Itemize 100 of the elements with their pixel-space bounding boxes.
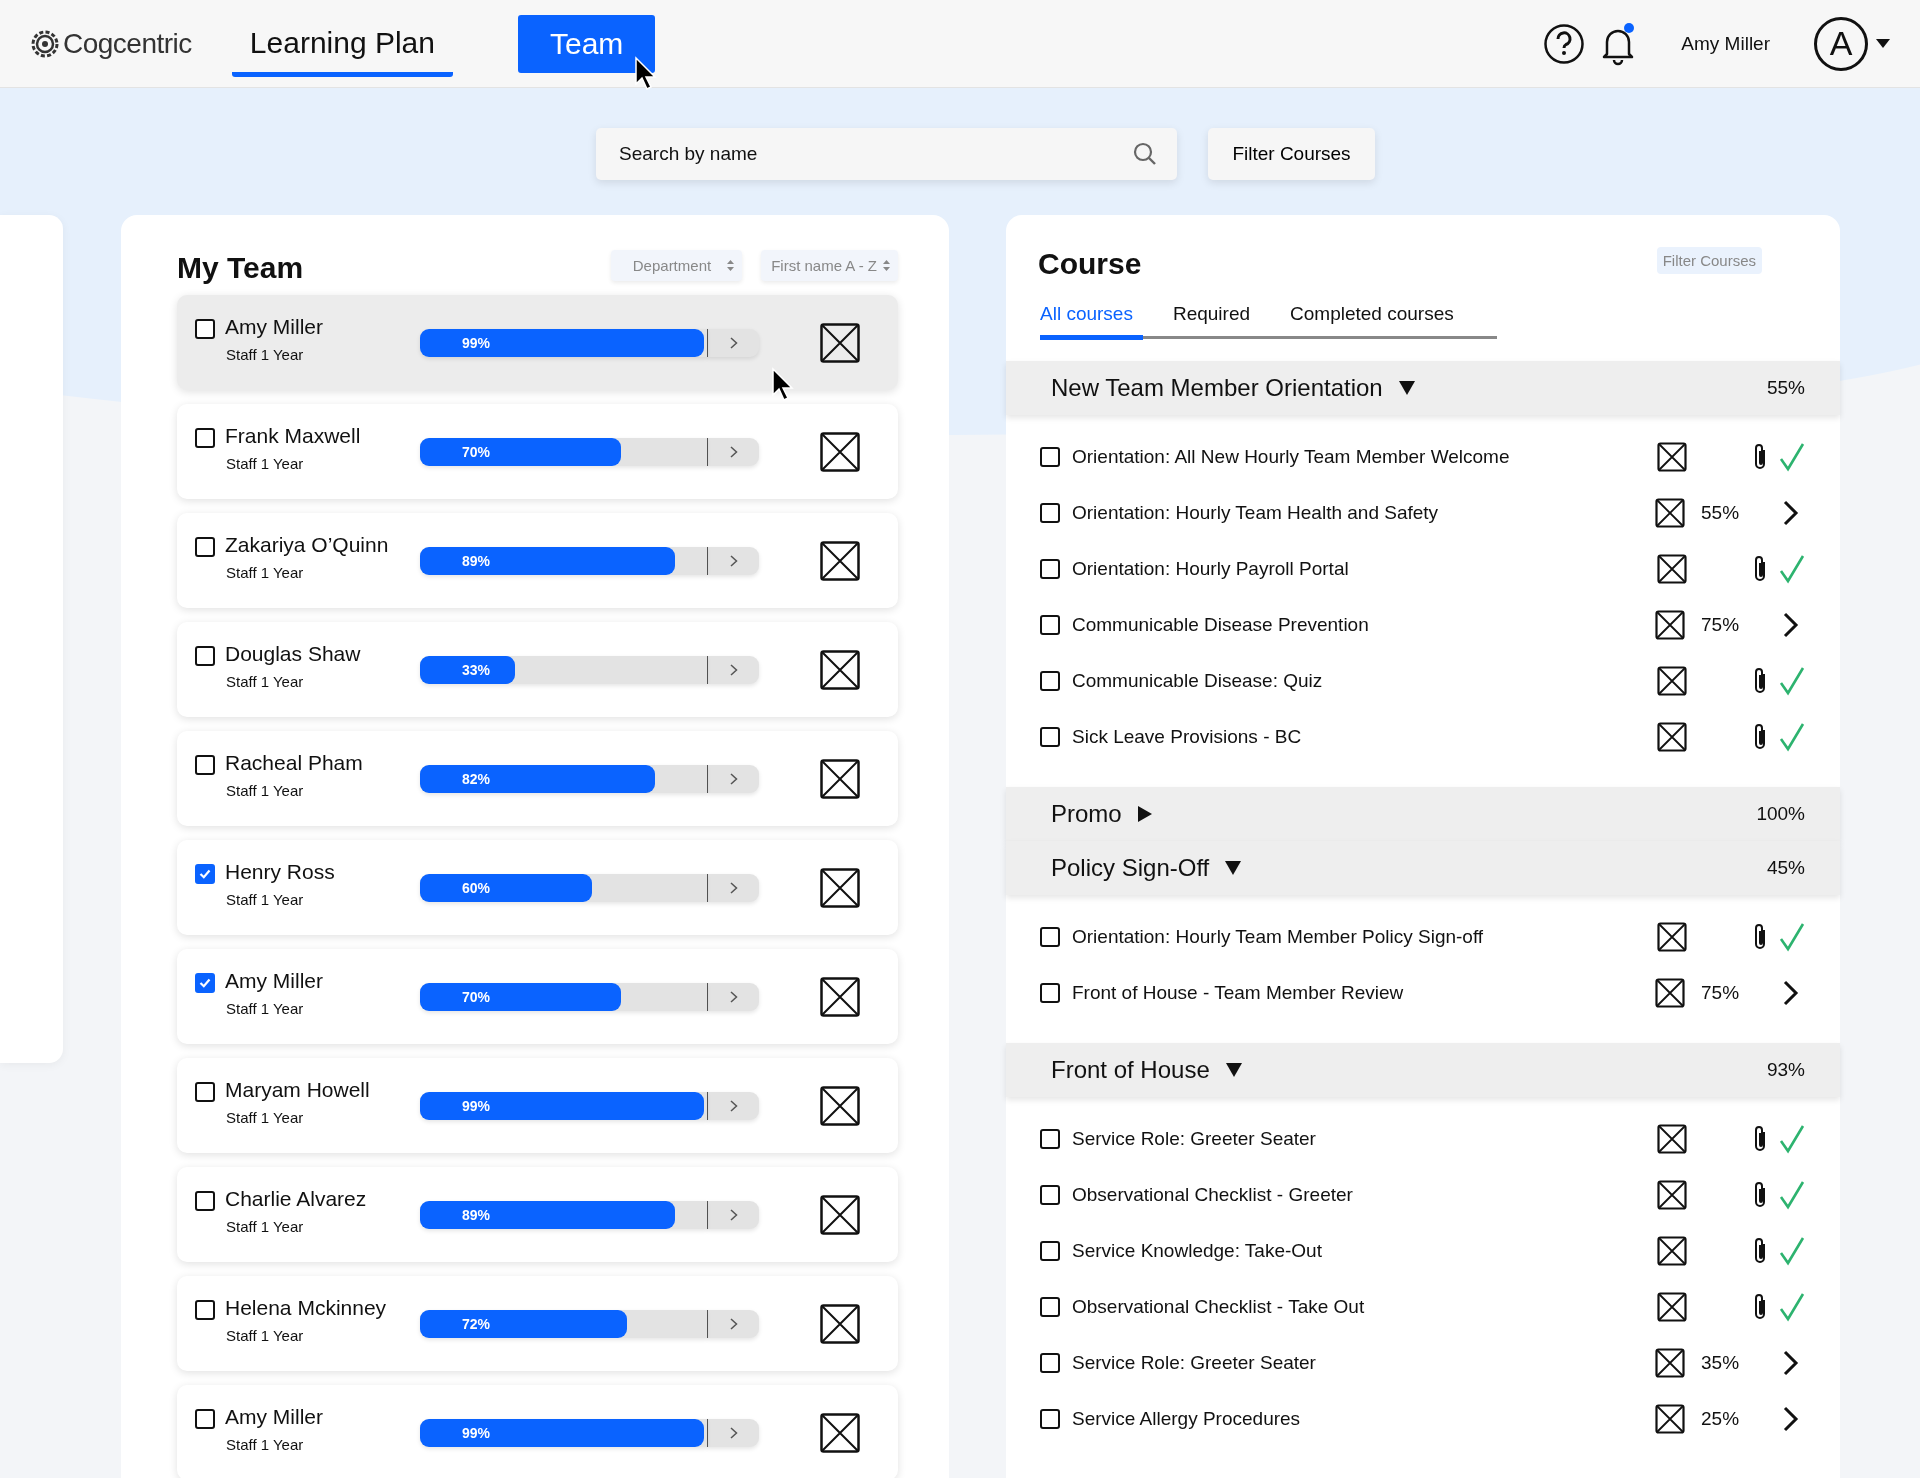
panel-title: My Team bbox=[177, 251, 304, 285]
chevron-right-icon[interactable] bbox=[1783, 612, 1799, 638]
member-card[interactable]: Maryam Howell Staff 1 Year 99% bbox=[177, 1058, 898, 1153]
checkbox[interactable] bbox=[195, 319, 215, 339]
checkbox[interactable] bbox=[195, 1300, 215, 1320]
chevron-right-icon bbox=[730, 1208, 738, 1221]
expand-button[interactable] bbox=[707, 982, 759, 1011]
expand-button[interactable] bbox=[707, 437, 759, 466]
checkbox[interactable] bbox=[1040, 1185, 1060, 1205]
member-card[interactable]: Frank Maxwell Staff 1 Year 70% bbox=[177, 404, 898, 499]
checkbox[interactable] bbox=[195, 537, 215, 557]
logo-text: Cogcentric bbox=[63, 27, 192, 60]
progress-label: 70% bbox=[462, 987, 491, 1007]
course-title: Service Role: Greeter Seater bbox=[1072, 1352, 1316, 1374]
checkbox[interactable] bbox=[195, 1082, 215, 1102]
checkbox[interactable] bbox=[1040, 1241, 1060, 1261]
tab[interactable]: Completed courses bbox=[1290, 303, 1454, 340]
crossed-box-icon bbox=[820, 322, 860, 363]
progress-label: 99% bbox=[462, 1423, 491, 1443]
caret-down-icon bbox=[1398, 381, 1415, 395]
crossed-box-icon bbox=[820, 431, 860, 472]
checkbox[interactable] bbox=[195, 755, 215, 775]
course-percent: 75% bbox=[1701, 982, 1741, 1004]
help-icon[interactable] bbox=[1543, 22, 1586, 65]
checkmark-icon bbox=[1779, 922, 1805, 952]
member-card[interactable]: Zakariya O’Quinn Staff 1 Year 89% bbox=[177, 513, 898, 608]
member-role: Staff 1 Year bbox=[225, 346, 305, 363]
expand-button[interactable] bbox=[707, 873, 759, 902]
progress-label: 99% bbox=[462, 333, 491, 353]
crossed-box-icon bbox=[1657, 666, 1687, 696]
course-title: Service Allergy Procedures bbox=[1072, 1408, 1301, 1430]
member-name: Frank Maxwell bbox=[225, 424, 362, 448]
gear-icon bbox=[30, 28, 60, 59]
group-header[interactable]: New Team Member Orientation 55% bbox=[1006, 361, 1840, 415]
checkbox[interactable] bbox=[1040, 1353, 1060, 1373]
nav-tab[interactable]: Learning Plan bbox=[231, 10, 453, 77]
group-header[interactable]: Promo 100% bbox=[1006, 787, 1840, 841]
member-card[interactable]: Racheal Pham Staff 1 Year 82% bbox=[177, 731, 898, 826]
checkbox[interactable] bbox=[195, 973, 215, 993]
checkbox[interactable] bbox=[1040, 503, 1060, 523]
team-button[interactable]: Team bbox=[518, 14, 656, 73]
group-header[interactable]: Front of House 93% bbox=[1006, 1043, 1840, 1097]
checkbox[interactable] bbox=[195, 1409, 215, 1429]
member-name: Amy Miller bbox=[225, 315, 324, 339]
checkbox[interactable] bbox=[1040, 447, 1060, 467]
expand-button[interactable] bbox=[707, 1309, 759, 1338]
crossed-box-icon bbox=[1657, 722, 1687, 752]
course-title: Front of House - Team Member Review bbox=[1072, 982, 1404, 1004]
course-title: Service Role: Greeter Seater bbox=[1072, 1128, 1316, 1150]
group-header[interactable]: Policy Sign-Off 45% bbox=[1006, 841, 1840, 895]
expand-button[interactable] bbox=[707, 655, 759, 684]
member-card[interactable]: Douglas Shaw Staff 1 Year 33% bbox=[177, 622, 898, 717]
chevron-right-icon[interactable] bbox=[1783, 500, 1799, 526]
course-title: Observational Checklist - Take Out bbox=[1072, 1296, 1365, 1318]
checkbox[interactable] bbox=[1040, 671, 1060, 691]
progress-label: 89% bbox=[462, 551, 491, 571]
expand-button[interactable] bbox=[707, 546, 759, 575]
checkbox[interactable] bbox=[1040, 983, 1060, 1003]
search-field[interactable]: Search by name bbox=[596, 128, 1177, 180]
expand-button[interactable] bbox=[707, 1091, 759, 1120]
checkbox[interactable] bbox=[1040, 927, 1060, 947]
course-title: Orientation: Hourly Team Member Policy Sign-off bbox=[1072, 926, 1484, 948]
checkbox[interactable] bbox=[195, 1191, 215, 1211]
member-role: Staff 1 Year bbox=[225, 1436, 305, 1453]
expand-button[interactable] bbox=[707, 1200, 759, 1229]
course-title: Orientation: Hourly Team Health and Safety bbox=[1072, 502, 1439, 524]
checkbox[interactable] bbox=[1040, 727, 1060, 747]
member-card[interactable]: Helena Mckinney Staff 1 Year 72% bbox=[177, 1276, 898, 1371]
member-role: Staff 1 Year bbox=[225, 891, 305, 908]
member-card[interactable]: Amy Miller Staff 1 Year 70% bbox=[177, 949, 898, 1044]
tab[interactable]: Required bbox=[1172, 303, 1251, 340]
member-name: Racheal Pham bbox=[225, 751, 364, 775]
member-name: Helena Mckinney bbox=[225, 1296, 388, 1320]
crossed-box-icon bbox=[1655, 1404, 1685, 1434]
crossed-box-icon bbox=[820, 1303, 860, 1344]
crossed-box-icon bbox=[1657, 1236, 1687, 1266]
chevron-right-icon bbox=[730, 1317, 738, 1330]
checkbox[interactable] bbox=[1040, 1409, 1060, 1429]
expand-button[interactable] bbox=[707, 328, 759, 357]
expand-button[interactable] bbox=[707, 1418, 759, 1447]
member-card[interactable]: Henry Ross Staff 1 Year 60% bbox=[177, 840, 898, 935]
filter-button[interactable]: Filter Courses bbox=[1208, 128, 1375, 180]
checkbox[interactable] bbox=[1040, 615, 1060, 635]
checkbox[interactable] bbox=[1040, 559, 1060, 579]
member-card[interactable]: Amy Miller Staff 1 Year 99% bbox=[177, 295, 898, 390]
checkbox[interactable] bbox=[195, 646, 215, 666]
chevron-right-icon[interactable] bbox=[1783, 980, 1799, 1006]
member-role: Staff 1 Year bbox=[225, 455, 305, 472]
member-card[interactable]: Charlie Alvarez Staff 1 Year 89% bbox=[177, 1167, 898, 1262]
checkbox[interactable] bbox=[195, 428, 215, 448]
expand-button[interactable] bbox=[707, 764, 759, 793]
chevron-right-icon[interactable] bbox=[1783, 1350, 1799, 1376]
course-percent: 25% bbox=[1701, 1408, 1741, 1430]
checkbox[interactable] bbox=[1040, 1129, 1060, 1149]
chevron-right-icon[interactable] bbox=[1783, 1406, 1799, 1432]
checkbox[interactable] bbox=[195, 864, 215, 884]
tab[interactable]: All courses bbox=[1040, 303, 1143, 340]
checkbox[interactable] bbox=[1040, 1297, 1060, 1317]
course-title: Service Knowledge: Take-Out bbox=[1072, 1240, 1322, 1262]
member-card[interactable]: Amy Miller Staff 1 Year 99% bbox=[177, 1385, 898, 1478]
